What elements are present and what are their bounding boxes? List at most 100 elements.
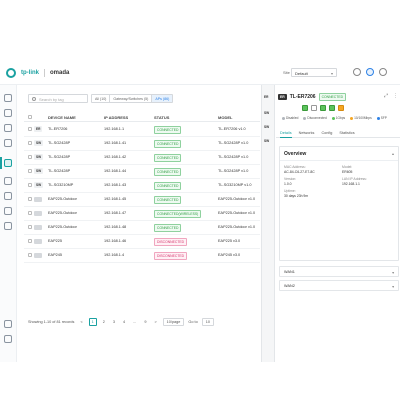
access-point-icon (34, 197, 42, 202)
search-icon (32, 96, 36, 101)
device-name-cell[interactable]: TL-SG2428P (48, 141, 70, 145)
select-all-checkbox[interactable] (28, 115, 32, 119)
row-checkbox[interactable] (28, 239, 32, 243)
model-cell: TL-SG2428P v1.0 (218, 141, 249, 145)
device-name-cell[interactable]: TL-ER7206 (48, 127, 67, 131)
tab-networks[interactable]: Networks (299, 129, 315, 138)
side-tab-sw-3[interactable]: SW (264, 139, 269, 143)
row-checkbox[interactable] (28, 141, 32, 145)
row-checkbox[interactable] (28, 183, 32, 187)
logs-icon[interactable] (4, 192, 12, 200)
model-cell: TL-SG2428P v1.0 (218, 155, 249, 159)
device-name-cell[interactable]: EAP225-Outdoor (48, 197, 77, 201)
page-ellipsis: ... (133, 320, 137, 324)
col-device-name[interactable]: DEVICE NAME (48, 115, 76, 120)
row-checkbox[interactable] (28, 225, 32, 229)
filter-gateway-switches[interactable]: Gateway/Switches (5) (110, 94, 153, 102)
device-name-cell[interactable]: TL-SG2428P (48, 155, 70, 159)
table-row[interactable]: SW TL-SG3210MP 192.168.1.43 CONNECTED TL-SG3… (24, 179, 260, 193)
page-2[interactable]: 2 (101, 319, 107, 325)
col-ip-address[interactable]: IP ADDRESS (104, 115, 128, 120)
port-1[interactable] (302, 105, 308, 111)
account-icon[interactable] (4, 320, 12, 328)
user-icon[interactable] (366, 68, 374, 76)
table-row[interactable]: EAP225-Outdoor 192.168.1.47 CONNECTED(WIRE… (24, 207, 260, 221)
settings-gear-icon[interactable] (4, 335, 12, 343)
port-3[interactable] (320, 105, 326, 111)
brand-logo[interactable]: tp-link omada (6, 68, 69, 78)
device-side-tabs: ER SW SW SW (262, 85, 275, 362)
row-checkbox[interactable] (28, 155, 32, 159)
reports-icon[interactable] (4, 222, 12, 230)
more-icon[interactable] (379, 68, 387, 76)
device-name-cell[interactable]: TL-SG3210MP (48, 183, 73, 187)
clients-icon[interactable] (4, 139, 12, 147)
tab-config[interactable]: Config (321, 129, 332, 138)
search-placeholder: Search by tag (39, 96, 64, 102)
statistics-icon[interactable] (4, 109, 12, 117)
page-1[interactable]: 1 (88, 318, 97, 326)
insights-icon[interactable] (4, 177, 12, 185)
table-row[interactable]: EAP225-Outdoor 192.168.1.48 CONNECTED EAP22… (24, 221, 260, 235)
site-label: Site (283, 70, 290, 75)
legend-dot (331, 116, 335, 120)
table-row[interactable]: SW TL-SG2428P 192.168.1.44 CONNECTED TL-SG24… (24, 165, 260, 179)
device-type-filter: All (10) Gateway/Switches (5) APs (86) (91, 93, 174, 103)
expand-icon[interactable]: ⤢ (384, 93, 388, 99)
page-4[interactable]: 4 (121, 319, 127, 325)
table-row[interactable]: EAP225-Outdoor 192.168.1.45 CONNECTED EAP22… (24, 193, 260, 207)
device-type-tag: ER (278, 94, 287, 100)
prev-page-button[interactable]: < (78, 319, 84, 325)
table-row[interactable]: ER TL-ER7206 192.168.1.1 CONNECTED TL-ER7206… (24, 123, 260, 137)
row-checkbox[interactable] (28, 127, 32, 131)
devices-icon[interactable] (4, 159, 12, 167)
filter-aps[interactable]: APs (86) (152, 94, 173, 102)
device-name-cell[interactable]: TL-SG2428P (48, 169, 70, 173)
table-row[interactable]: EAP225 192.168.1.46 DISCONNECTED EAP225 v3.… (24, 235, 260, 249)
device-name-cell[interactable]: EAP245 (48, 253, 62, 257)
device-name-cell[interactable]: EAP225-Outdoor (48, 225, 77, 229)
bell-icon[interactable] (353, 68, 361, 76)
port-2[interactable] (311, 105, 317, 111)
col-status[interactable]: STATUS (154, 115, 169, 120)
col-model[interactable]: MODEL (218, 115, 232, 120)
tab-statistics[interactable]: Statistics (339, 129, 354, 138)
version-field: Version: 1.0.0 (284, 177, 297, 186)
side-tab-er[interactable]: ER (264, 95, 268, 99)
device-list-area: Search by tag All (10) Gateway/Switches … (24, 85, 260, 362)
legend-item: Disconnected (303, 116, 327, 120)
page-9[interactable]: 9 (142, 319, 148, 325)
table-header: DEVICE NAME IP ADDRESS STATUS MODEL (24, 113, 260, 122)
filter-all[interactable]: All (10) (92, 94, 111, 102)
tab-details[interactable]: Details (280, 129, 292, 138)
page-size-select[interactable]: 10/page (162, 318, 185, 326)
tplink-logo-icon (6, 68, 16, 78)
side-tab-sw-2[interactable]: SW (264, 125, 269, 129)
device-name-cell[interactable]: EAP225-Outdoor (48, 211, 77, 215)
port-4[interactable] (329, 105, 335, 111)
wan1-section[interactable]: WAN1 ▾ (279, 266, 399, 277)
map-icon[interactable] (4, 124, 12, 132)
row-checkbox[interactable] (28, 169, 32, 173)
dashboard-icon[interactable] (4, 94, 12, 102)
row-checkbox[interactable] (28, 253, 32, 257)
port-5[interactable] (338, 105, 344, 111)
table-row[interactable]: EAP245 192.168.1.4 DISCONNECTED EAP245 v3.0 (24, 249, 260, 263)
goto-page-input[interactable]: 10 (201, 318, 214, 326)
next-page-button[interactable]: > (152, 319, 158, 325)
site-select[interactable]: Default ▾ (291, 68, 337, 77)
row-checkbox[interactable] (28, 211, 32, 215)
device-name-cell[interactable]: EAP225 (48, 239, 62, 243)
ip-address-cell: 192.168.1.46 (104, 239, 127, 243)
page-3[interactable]: 3 (111, 319, 117, 325)
wan2-section[interactable]: WAN2 ▾ (279, 280, 399, 291)
status-badge: CONNECTED (154, 126, 182, 134)
table-row[interactable]: SW TL-SG2428P 192.168.1.42 CONNECTED TL-SG24… (24, 151, 260, 165)
more-options-icon[interactable]: ⋮ (393, 93, 398, 99)
search-input[interactable]: Search by tag (28, 93, 88, 103)
tools-icon[interactable] (4, 207, 12, 215)
side-tab-sw-1[interactable]: SW (264, 111, 269, 115)
chevron-up-icon[interactable]: ▴ (392, 151, 394, 156)
row-checkbox[interactable] (28, 197, 32, 201)
table-row[interactable]: SW TL-SG2428P 192.168.1.41 CONNECTED TL-SG24… (24, 137, 260, 151)
